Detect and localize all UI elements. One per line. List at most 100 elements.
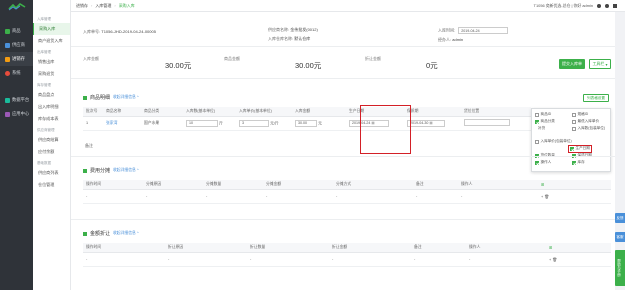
- warehouse-icon: [5, 56, 10, 62]
- cell-goods-name[interactable]: 张家湾: [103, 116, 141, 131]
- sidebar-item-location[interactable]: 仓位管理: [33, 179, 70, 191]
- submit-button[interactable]: 提交入库单: [559, 59, 585, 69]
- feedback-tab[interactable]: 反馈: [615, 213, 625, 223]
- col-header: 分摊原因: [143, 180, 203, 190]
- date-field[interactable]: 2019-04-24: [458, 27, 509, 34]
- add-icon[interactable]: ⊞: [549, 246, 552, 250]
- col-header: 操作时间: [83, 243, 165, 253]
- discount-collapse-link[interactable]: 收起详细信息 ^: [113, 231, 139, 236]
- sidebar-item-sales-out[interactable]: 销售出库: [33, 56, 70, 68]
- cell-empty: -: [466, 252, 546, 267]
- cell-expire: 2019-04-30 ▦: [404, 116, 461, 131]
- qty-input[interactable]: 10: [186, 119, 218, 127]
- nav-item-system[interactable]: 系统: [0, 66, 33, 80]
- location-input[interactable]: [464, 119, 510, 126]
- nav-group-title: 出库管理: [37, 50, 51, 54]
- fees-collapse-link[interactable]: 收起详细信息 ^: [113, 168, 139, 173]
- breadcrumb-current: 采购入库: [118, 2, 135, 8]
- checkbox[interactable]: [535, 139, 539, 144]
- nav-item-inventory[interactable]: 进销存: [0, 52, 33, 66]
- nav-item-app-center[interactable]: 应用中心: [0, 107, 33, 121]
- amount-input[interactable]: 30.00: [295, 119, 317, 127]
- cell-actions: + 🗑: [546, 252, 611, 267]
- nav-group-title: 入库管理: [37, 17, 51, 21]
- expire-date-input[interactable]: 2019-04-30 ▦: [407, 119, 445, 127]
- breadcrumb-item[interactable]: 进销存: [76, 3, 88, 9]
- col-header: 商品分类: [141, 107, 183, 117]
- col-header: 操作时间: [83, 180, 143, 190]
- col-option[interactable]: 操作人: [535, 160, 551, 165]
- delete-icon[interactable]: 🗑: [552, 258, 557, 262]
- sidebar-item-purchase-return[interactable]: 采购退货: [33, 68, 70, 80]
- table-header-row: 操作时间 折让原因 折让数量 折让金额 备注 操作人 ⊞: [83, 243, 611, 253]
- cell-empty: -: [413, 189, 458, 204]
- chart-icon: [5, 97, 10, 103]
- goods-amount-value: 30.00元: [295, 61, 322, 70]
- primary-nav: 商品 供应商 进销存 系统 数据平台 应用中心: [0, 0, 33, 290]
- discount-table: 操作时间 折让原因 折让数量 折让金额 备注 操作人 ⊞ - - - - - -: [83, 243, 611, 267]
- cell-location: [461, 116, 531, 131]
- checkbox[interactable]: [535, 112, 539, 117]
- bell-icon[interactable]: [597, 4, 601, 8]
- user-info[interactable]: T1056 奕新优选-总仓 | 你好 admin: [534, 3, 593, 9]
- price-input[interactable]: 3: [239, 119, 269, 127]
- sidebar-item-payable[interactable]: 应付余额: [33, 146, 70, 158]
- qty-unit: 斤: [219, 121, 223, 125]
- col-option[interactable]: 最低入库单价: [572, 119, 599, 124]
- sidebar-item-purchase-in[interactable]: 采购入库: [33, 23, 70, 35]
- discount-value: 0元: [426, 61, 438, 70]
- col-header: 备注: [413, 180, 458, 190]
- checkbox[interactable]: [572, 126, 576, 131]
- sidebar-item-stock-cost[interactable]: 库存成本表: [33, 113, 70, 125]
- table-row: 1 张家湾 国产水果 10 斤 3 元/斤 30.00 元 2019-04-24…: [83, 116, 531, 131]
- sidebar-item-stocktake[interactable]: 商品盘点: [33, 89, 70, 101]
- sidebar-item-return-in[interactable]: 商户退货入库: [33, 35, 70, 47]
- add-icon[interactable]: ⊞: [541, 183, 544, 187]
- sidebar-item-settlement[interactable]: 供应商结算: [33, 134, 70, 146]
- col-option[interactable]: 入库数(包装单位): [572, 126, 605, 131]
- operator-row: 经办人: admin: [438, 37, 463, 43]
- sidebar-item-stock-detail[interactable]: 出入库明细: [33, 101, 70, 113]
- fees-section-title: 费用分摊 收起详细信息 ^: [83, 167, 139, 174]
- checkbox-checked[interactable]: [535, 160, 539, 165]
- cell-empty: -: [247, 252, 329, 267]
- cell-empty: -: [263, 189, 333, 204]
- col-option[interactable]: 规格ID: [572, 112, 588, 117]
- nav-item-supplier[interactable]: 供应商: [0, 38, 33, 52]
- checkbox[interactable]: [572, 112, 576, 117]
- cell-actions: + 🗑: [538, 189, 611, 204]
- delete-icon[interactable]: 🗑: [544, 195, 549, 199]
- goods-collapse-link[interactable]: 收起详细信息 ^: [113, 95, 139, 100]
- col-option[interactable]: 库存: [572, 160, 585, 165]
- add-row-icon[interactable]: +: [541, 195, 543, 199]
- discount-title: 金额折让: [90, 231, 111, 237]
- service-tab[interactable]: 客服: [615, 232, 625, 242]
- help-tab[interactable]: 帮助与手册: [615, 250, 625, 286]
- col-header: 商品名称: [103, 107, 141, 117]
- tools-button[interactable]: 工具栏 ▾: [589, 59, 611, 69]
- nav-item-data-platform[interactable]: 数据平台: [0, 93, 33, 107]
- checkbox-checked[interactable]: [572, 160, 576, 165]
- nav-item-goods[interactable]: 商品: [0, 24, 33, 38]
- goods-title: 商品明细: [90, 95, 111, 101]
- fees-title: 费用分摊: [90, 168, 111, 174]
- menu-icon[interactable]: [613, 4, 617, 8]
- breadcrumb-item[interactable]: 入库管理: [95, 3, 111, 9]
- col-option[interactable]: 商品ID: [535, 112, 551, 117]
- col-header: 保质期: [404, 107, 461, 117]
- user-icon[interactable]: [605, 4, 609, 8]
- col-option[interactable]: 补货: [538, 126, 545, 131]
- col-option[interactable]: 入库单价(包装单位): [535, 139, 572, 144]
- col-option[interactable]: 商品分类: [535, 119, 555, 124]
- checkbox[interactable]: [572, 119, 576, 124]
- sidebar-item-supplier-list[interactable]: 供应商列表: [33, 167, 70, 179]
- col-header: 操作人: [466, 243, 546, 253]
- col-header: 折让原因: [165, 243, 247, 253]
- nav-group-title: 库存管理: [37, 83, 51, 87]
- cell-empty: -: [203, 189, 263, 204]
- col-header: 批次号: [83, 107, 103, 117]
- checkbox-checked[interactable]: [535, 119, 539, 124]
- col-header: 分摊方式: [333, 180, 413, 190]
- add-row-icon[interactable]: +: [549, 258, 551, 262]
- column-settings-button[interactable]: 列表格设置: [583, 94, 609, 102]
